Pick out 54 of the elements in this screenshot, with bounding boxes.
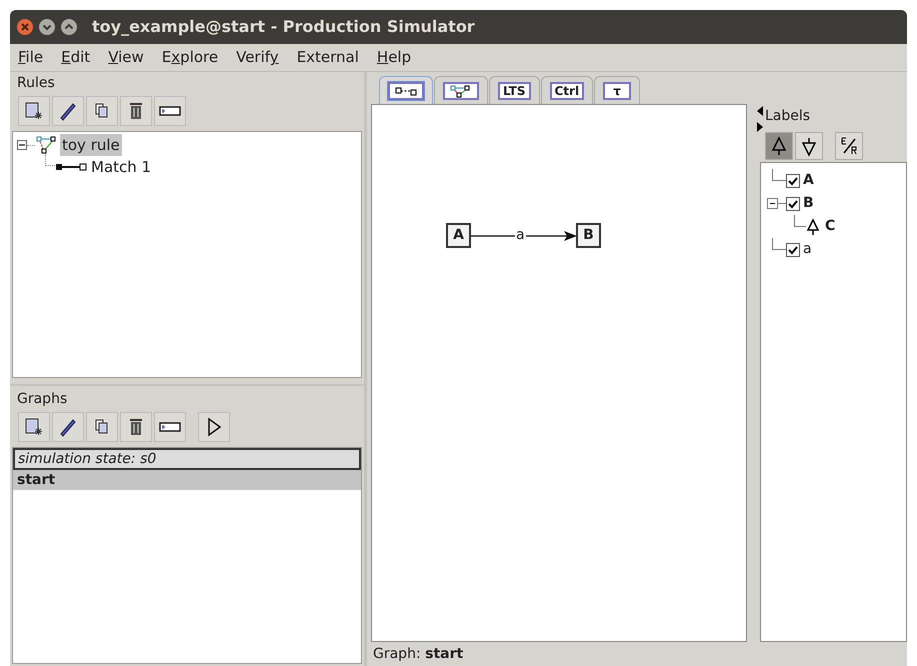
view-tab[interactable]: [379, 76, 433, 104]
view-tab[interactable]: LTS: [489, 76, 540, 104]
toolbar-button[interactable]: [154, 96, 186, 126]
label-name: B: [803, 194, 814, 213]
rule-diagram-icon: [36, 136, 58, 154]
menu-item[interactable]: Verify: [230, 46, 285, 69]
label-name: a: [803, 240, 812, 259]
toolbar-button[interactable]: [18, 96, 50, 126]
toolbar-button[interactable]: [154, 412, 186, 442]
panel-title: Rules: [16, 74, 55, 93]
match-graph-icon: [55, 162, 87, 172]
menu-item[interactable]: File: [12, 46, 50, 69]
status-text: Graph: start: [373, 644, 464, 664]
tree-item[interactable]: Match 1: [90, 156, 152, 178]
view-tab[interactable]: Ctrl: [540, 76, 594, 104]
toolbar-button[interactable]: [765, 132, 793, 160]
toolbar-button[interactable]: [795, 132, 823, 160]
menu-item[interactable]: Explore: [156, 46, 224, 69]
toolbar-button[interactable]: [120, 412, 152, 442]
tree-item[interactable]: toy rule: [60, 134, 122, 156]
graph-list-item[interactable]: start: [13, 470, 361, 490]
expand-toggle-icon[interactable]: [17, 140, 27, 150]
menu-item[interactable]: View: [102, 46, 150, 69]
panel-title: Labels: [765, 107, 810, 126]
label-name: C: [825, 217, 836, 236]
toolbar-button[interactable]: [198, 412, 230, 442]
edge-arrow[interactable]: [471, 230, 577, 242]
toolbar-button[interactable]: [835, 132, 863, 160]
close-icon[interactable]: [16, 18, 34, 36]
toolbar-button[interactable]: [52, 96, 84, 126]
checkbox[interactable]: [786, 196, 800, 210]
panel-title: Graphs: [16, 390, 68, 409]
graph-node[interactable]: B: [576, 223, 601, 248]
toolbar-button[interactable]: [86, 412, 118, 442]
expand-toggle-icon[interactable]: [767, 198, 778, 209]
toolbar-button[interactable]: [52, 412, 84, 442]
state-header: simulation state: s0: [13, 448, 361, 470]
menu-item[interactable]: Help: [370, 46, 418, 69]
menu-item[interactable]: External: [290, 46, 365, 69]
checkbox[interactable]: [786, 174, 800, 188]
toolbar-button[interactable]: [86, 96, 118, 126]
graph-node[interactable]: A: [446, 223, 471, 248]
minimize-icon[interactable]: [38, 18, 56, 36]
maximize-icon[interactable]: [60, 18, 78, 36]
view-tab[interactable]: [434, 76, 488, 104]
tree-up-icon: [806, 218, 820, 236]
menu-item[interactable]: Edit: [55, 46, 96, 69]
toolbar-button[interactable]: [18, 412, 50, 442]
view-tab[interactable]: τ: [594, 76, 640, 104]
collapse-arrows-icon[interactable]: [757, 106, 763, 132]
checkbox[interactable]: [786, 242, 800, 256]
toolbar-button[interactable]: [120, 96, 152, 126]
label-name: A: [803, 171, 814, 190]
window-title: toy_example@start - Production Simulator: [92, 16, 475, 38]
